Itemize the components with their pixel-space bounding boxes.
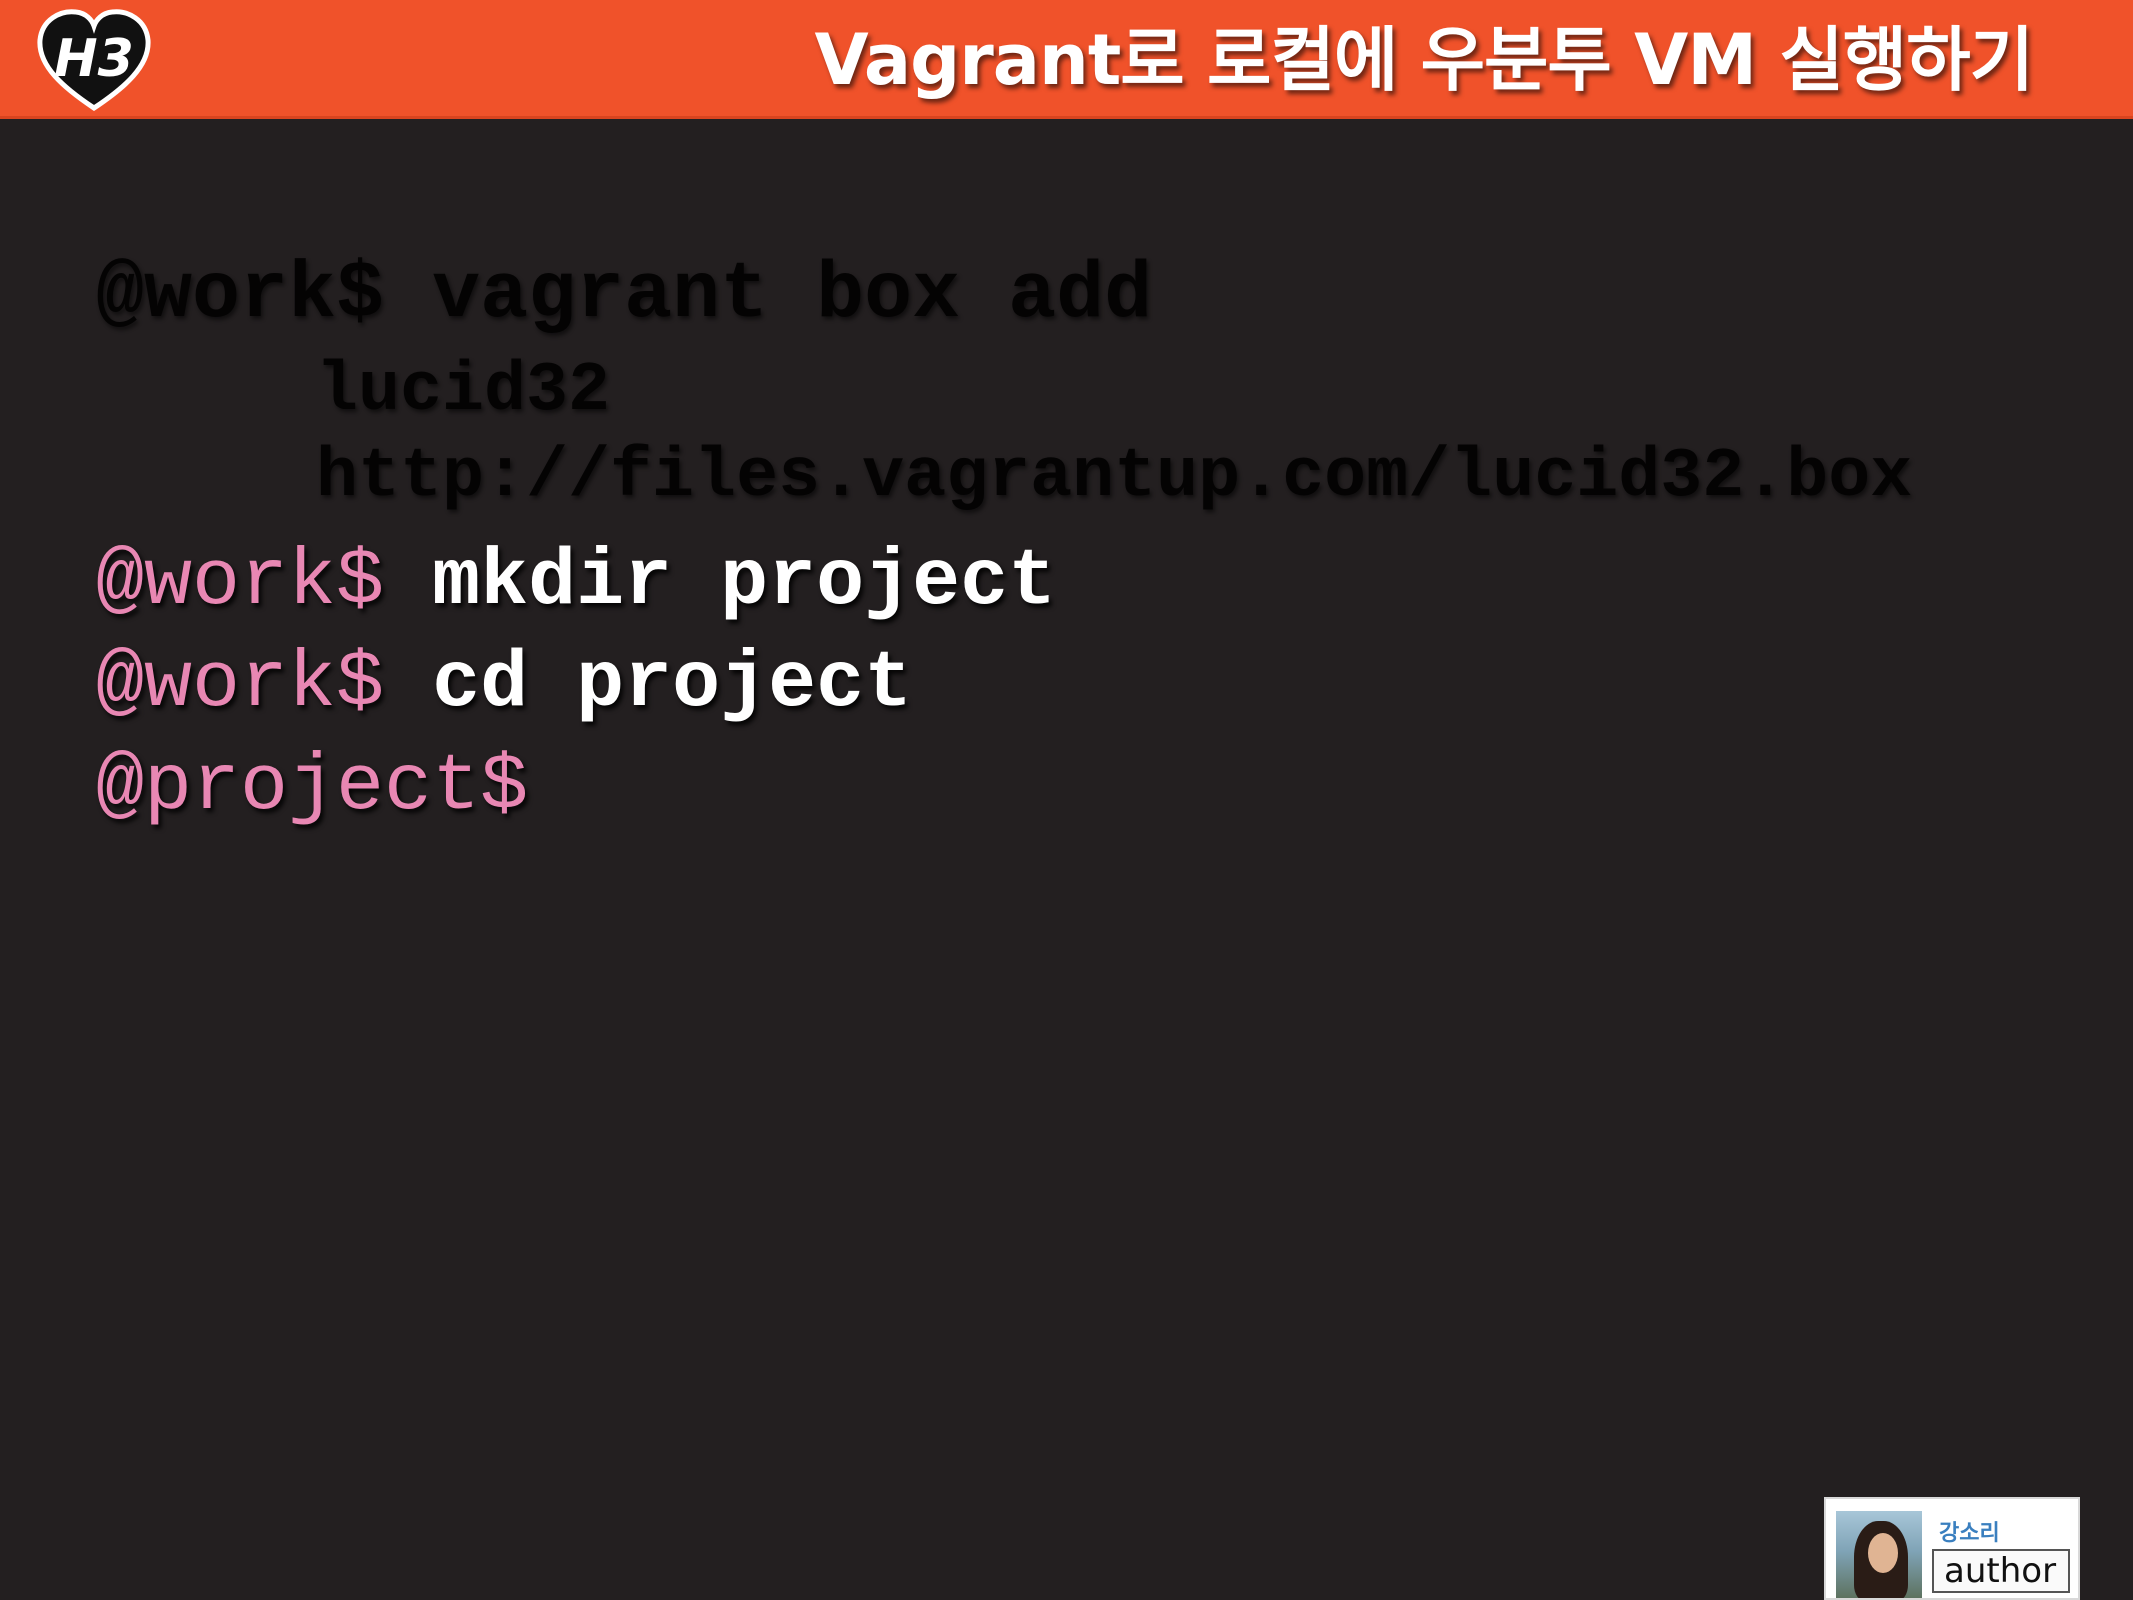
terminal-line-dimmed-3: http://files.vagrantup.com/lucid32.box (316, 438, 1913, 517)
command-text: mkdir project (432, 537, 1057, 628)
prompt-text: @work$ (96, 250, 385, 341)
command-text: vagrant box add (432, 250, 1153, 341)
terminal-line-project-prompt: @project$ (96, 740, 528, 836)
author-name: 강소리 (1939, 1521, 2000, 1546)
terminal-line-dimmed-1: @work$ vagrant box add (96, 248, 1152, 344)
header-bar: H3 Vagrant로 로컬에 우분투 VM 실행하기 (0, 0, 2133, 119)
slide: H3 Vagrant로 로컬에 우분투 VM 실행하기 @work$ vagra… (0, 0, 2133, 1600)
prompt-text: @work$ (96, 537, 385, 628)
author-role: author (1932, 1549, 2070, 1593)
page-title: Vagrant로 로컬에 우분투 VM 실행하기 (814, 19, 2034, 101)
avatar (1836, 1511, 1922, 1598)
prompt-text: @project$ (96, 742, 529, 833)
h3-heart-logo-icon: H3 (37, 9, 151, 112)
prompt-text: @work$ (96, 639, 385, 730)
terminal-line-mkdir: @work$ mkdir project (96, 535, 1056, 631)
logo-text: H3 (54, 29, 134, 89)
command-text: cd project (432, 639, 913, 730)
terminal-line-cd: @work$ cd project (96, 637, 912, 733)
terminal-line-dimmed-2: lucid32 (316, 352, 611, 431)
author-badge: 강소리 author (1824, 1497, 2080, 1600)
